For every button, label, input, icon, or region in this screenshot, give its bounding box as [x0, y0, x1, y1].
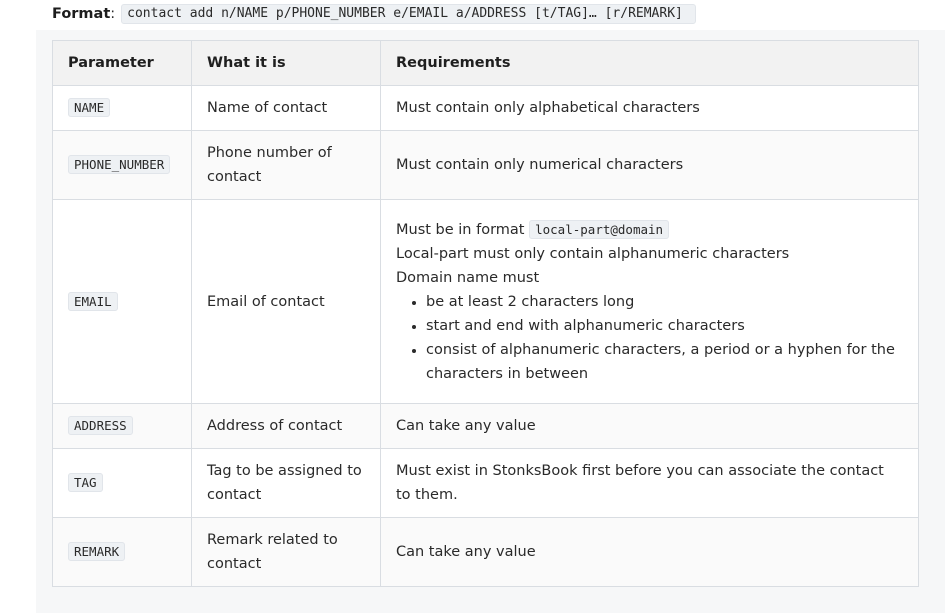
param-cell: ADDRESS: [52, 403, 192, 449]
what-cell: Address of contact: [191, 403, 381, 449]
header-parameter: Parameter: [52, 40, 192, 86]
requirement-cell: Must exist in StonksBook first before yo…: [380, 448, 919, 518]
param-tag-code: TAG: [68, 473, 103, 492]
param-remark-code: REMARK: [68, 542, 126, 561]
table-header-row: Parameter What it is Requirements: [52, 40, 919, 86]
format-label: Format: [52, 6, 111, 22]
requirement-cell: Must be in format local-part@domain Loca…: [380, 199, 919, 404]
table-row: NAME Name of contact Must contain only a…: [52, 85, 919, 131]
table-row: PHONE_NUMBER Phone number of contact Mus…: [52, 130, 919, 200]
list-item: be at least 2 characters long: [426, 290, 903, 314]
what-cell: Phone number of contact: [191, 130, 381, 200]
param-cell: NAME: [52, 85, 192, 131]
param-cell: TAG: [52, 448, 192, 518]
requirement-cell: Must contain only numerical characters: [380, 130, 919, 200]
table-row: TAG Tag to be assigned to contact Must e…: [52, 448, 919, 518]
param-name-code: NAME: [68, 98, 111, 117]
email-domain-intro: Domain name must: [396, 269, 540, 286]
what-cell: Email of contact: [191, 199, 381, 404]
email-localpart-rule: Local-part must only contain alphanumeri…: [396, 245, 790, 262]
header-what-it-is: What it is: [191, 40, 381, 86]
param-phone-code: PHONE_NUMBER: [68, 155, 171, 174]
requirement-cell: Can take any value: [380, 403, 919, 449]
table-row: REMARK Remark related to contact Can tak…: [52, 517, 919, 587]
header-requirements: Requirements: [380, 40, 919, 86]
param-email-code: EMAIL: [68, 291, 118, 311]
parameters-table: Parameter What it is Requirements NAME N…: [52, 40, 919, 587]
email-format-code: local-part@domain: [529, 219, 670, 239]
command-format-code: contact add n/NAME p/PHONE_NUMBER e/EMAI…: [121, 4, 696, 24]
param-cell: PHONE_NUMBER: [52, 130, 192, 200]
param-cell: EMAIL: [52, 199, 192, 404]
table-row: EMAIL Email of contact Must be in format…: [52, 199, 919, 404]
list-item: consist of alphanumeric characters, a pe…: [426, 338, 903, 386]
format-colon: :: [110, 6, 116, 22]
domain-rules-list: be at least 2 characters long start and …: [396, 290, 903, 386]
what-cell: Name of contact: [191, 85, 381, 131]
email-format-line: Must be in format local-part@domain: [396, 218, 903, 242]
what-cell: Tag to be assigned to contact: [191, 448, 381, 518]
requirement-cell: Must contain only alphabetical character…: [380, 85, 919, 131]
requirement-cell: Can take any value: [380, 517, 919, 587]
what-cell: Remark related to contact: [191, 517, 381, 587]
list-item: start and end with alphanumeric characte…: [426, 314, 903, 338]
email-format-prefix: Must be in format: [396, 221, 525, 238]
table-row: ADDRESS Address of contact Can take any …: [52, 403, 919, 449]
format-line: Format: contact add n/NAME p/PHONE_NUMBE…: [52, 3, 696, 25]
param-cell: REMARK: [52, 517, 192, 587]
param-address-code: ADDRESS: [68, 416, 133, 435]
